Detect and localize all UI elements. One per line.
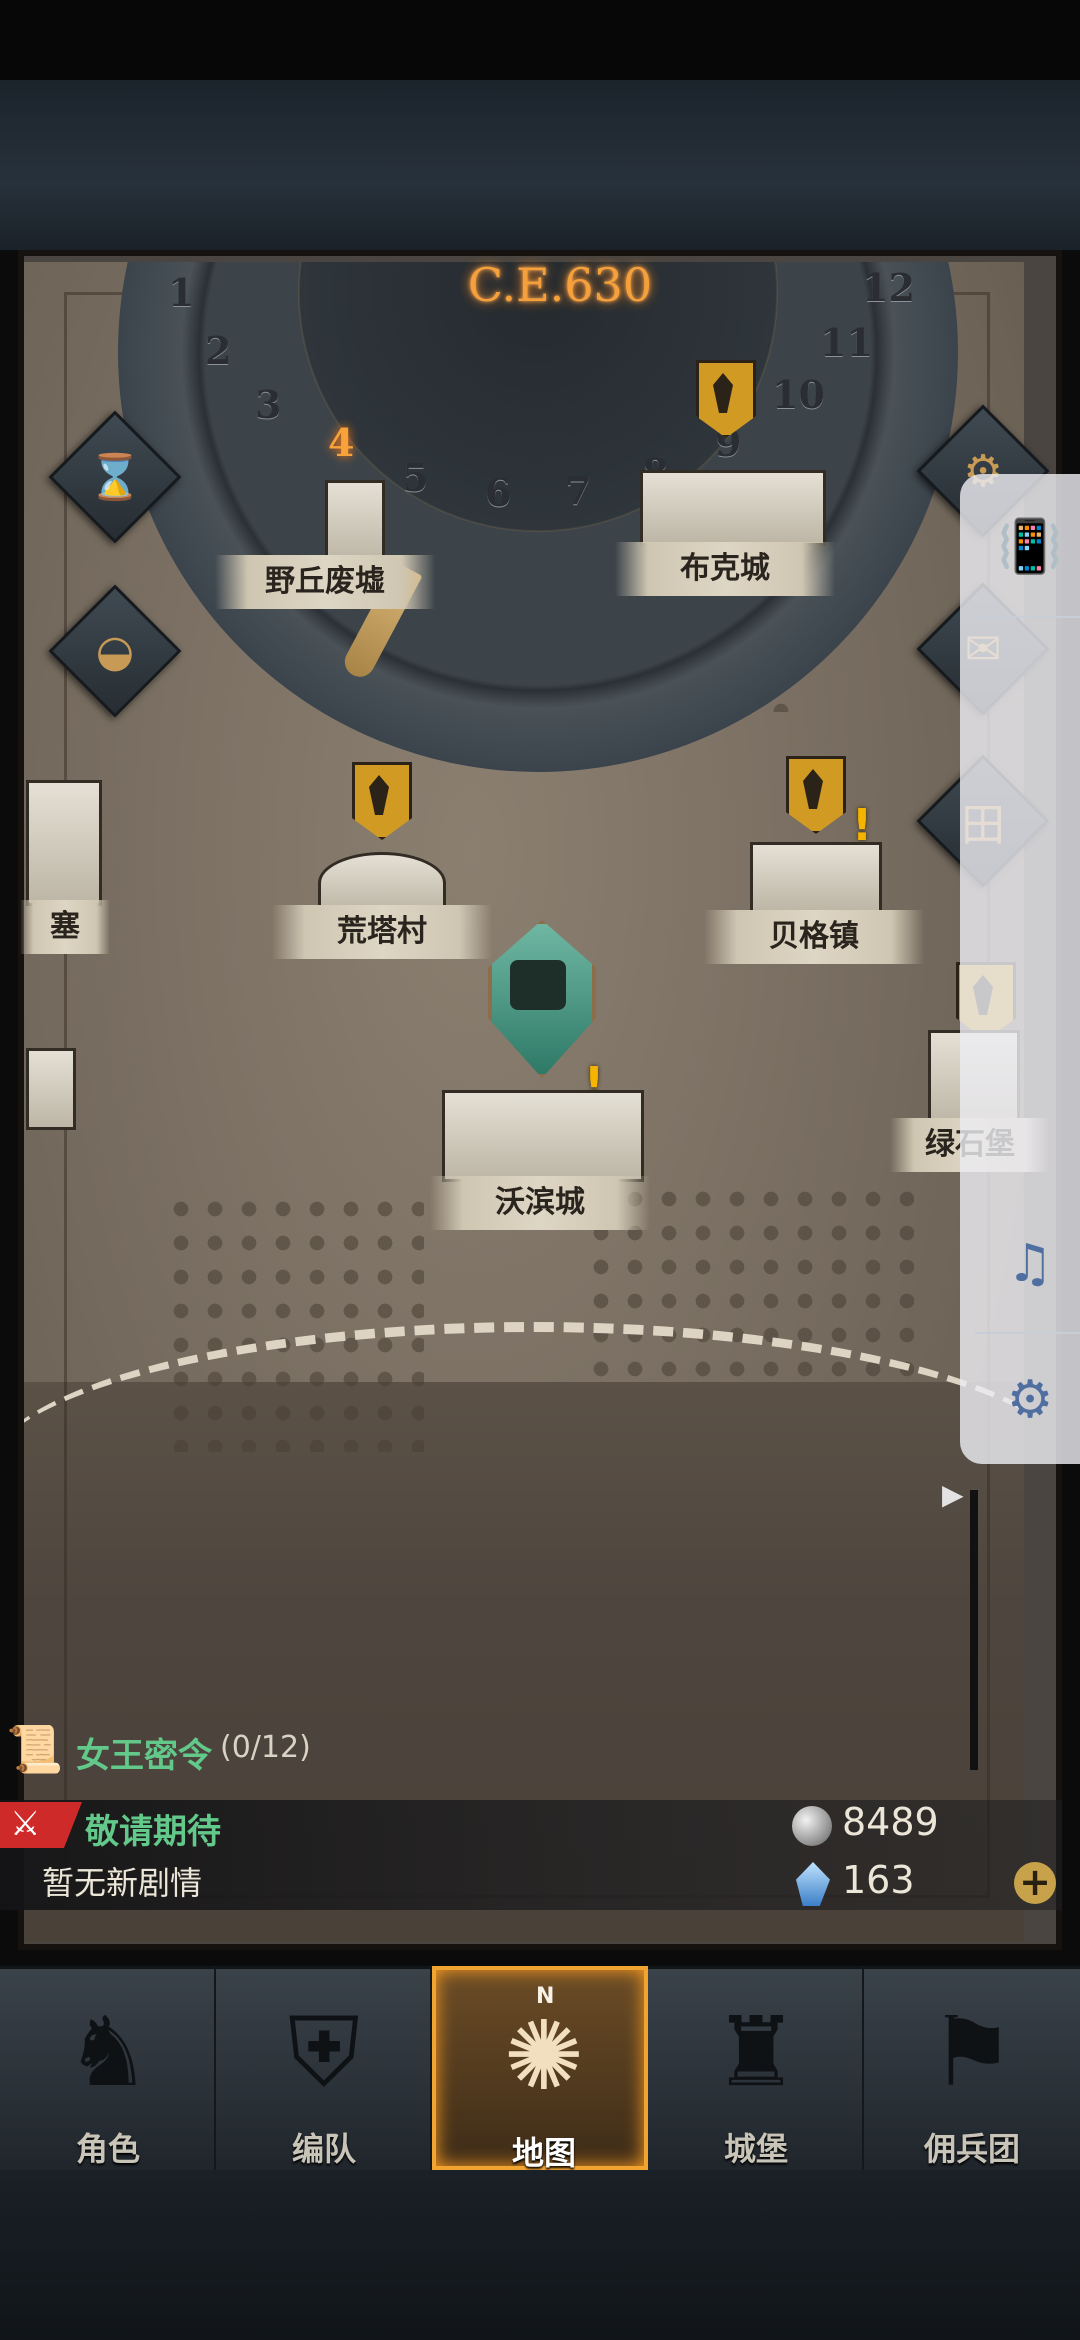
story-status: 敬请期待 bbox=[85, 1812, 221, 1852]
toolbar-divider bbox=[975, 616, 1080, 618]
nav-tab-label: 角色 bbox=[75, 2130, 140, 2168]
nav-tab-mercenaries[interactable]: ⚑ 佣兵团 bbox=[864, 1966, 1080, 2170]
town-name-label: 荒塔村 bbox=[272, 905, 492, 959]
castle-icon bbox=[640, 470, 826, 546]
town-name-label: 贝格镇 bbox=[704, 910, 924, 964]
story-note: 暂无新剧情 bbox=[42, 1864, 203, 1902]
silver-coin-icon bbox=[792, 1806, 832, 1846]
castle-icon: ♜ bbox=[712, 1996, 800, 2108]
hero-helmet-visor bbox=[510, 960, 566, 1010]
nav-tab-castle[interactable]: ♜ 城堡 bbox=[648, 1966, 864, 2170]
status-bar-area bbox=[0, 0, 1080, 80]
hourglass-icon: ⌛ bbox=[87, 452, 143, 503]
town-name-label: 塞 bbox=[20, 900, 110, 954]
fortress-tower-icon bbox=[26, 780, 102, 906]
crystal-amount: 163 bbox=[842, 1858, 915, 1902]
compass-north-label: N bbox=[536, 1984, 555, 2009]
bag-icon: ◒ bbox=[95, 625, 135, 677]
compass-icon: ✺ bbox=[503, 2000, 585, 2112]
flag-icon: ▶ bbox=[942, 1478, 964, 1511]
dial-number: 5 bbox=[402, 455, 429, 500]
nav-tab-formation[interactable]: ⛨ 编队 bbox=[216, 1966, 432, 2170]
floating-toolbar bbox=[960, 474, 1080, 1464]
ruin-tower-icon bbox=[325, 480, 385, 564]
music-note-icon[interactable]: ♫ bbox=[1000, 1234, 1060, 1294]
crossed-swords-icon: ⚔ bbox=[10, 1804, 41, 1844]
quest-title[interactable]: 女王密令 bbox=[76, 1728, 212, 1777]
quest-progress: (0/12) bbox=[220, 1730, 311, 1765]
helmet-icon: ⛨ bbox=[288, 1996, 360, 2108]
nav-tab-label: 佣兵团 bbox=[923, 2130, 1020, 2168]
dial-number: 1 bbox=[168, 270, 195, 315]
timeline-slider[interactable] bbox=[970, 1490, 978, 1770]
nav-tab-label: 城堡 bbox=[723, 2130, 788, 2168]
nav-tab-label: 编队 bbox=[291, 2130, 356, 2168]
gear-icon[interactable]: ⚙ bbox=[1000, 1370, 1060, 1430]
year-label: C.E.630 bbox=[467, 258, 653, 312]
knight-icon: ♞ bbox=[64, 1996, 152, 2108]
dial-number-active: 4 bbox=[328, 420, 355, 465]
nav-tab-character[interactable]: ♞ 角色 bbox=[0, 1966, 216, 2170]
town-name-label: 布克城 bbox=[615, 542, 835, 596]
bottom-safe-area bbox=[0, 2170, 1080, 2340]
mercenary-flag-icon: ⚑ bbox=[928, 1996, 1016, 2108]
toolbar-divider bbox=[975, 1332, 1080, 1334]
scroll-icon: 📜 bbox=[6, 1722, 64, 1776]
header-band bbox=[0, 80, 1080, 252]
nav-tab-label: 地图 bbox=[511, 2134, 576, 2172]
town-house-icon bbox=[750, 842, 882, 914]
dial-number: 11 bbox=[820, 320, 873, 365]
add-crystals-button[interactable]: + bbox=[1014, 1862, 1056, 1904]
dial-number: 10 bbox=[772, 372, 825, 417]
vibrate-toggle-button[interactable]: 📳 bbox=[998, 516, 1063, 577]
fortress-tower-icon bbox=[26, 1048, 76, 1130]
dial-number: 12 bbox=[862, 265, 915, 310]
coastline-road bbox=[24, 1322, 1024, 1632]
dial-number: 2 bbox=[205, 328, 232, 373]
town-name-label: 沃滨城 bbox=[430, 1176, 650, 1230]
town-name-label: 野丘废墟 bbox=[215, 555, 435, 609]
dial-number: 7 bbox=[565, 468, 592, 513]
silver-amount: 8489 bbox=[842, 1800, 939, 1844]
city-castle-icon bbox=[442, 1090, 644, 1182]
dial-number: 6 bbox=[485, 470, 512, 515]
dial-number: 3 bbox=[255, 382, 282, 427]
